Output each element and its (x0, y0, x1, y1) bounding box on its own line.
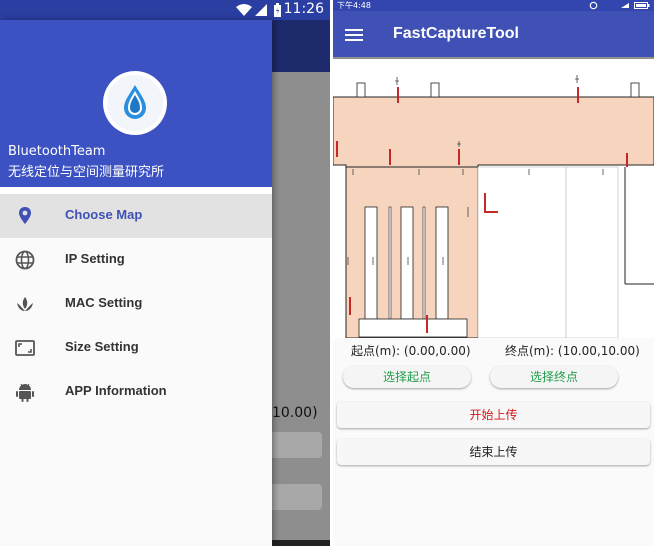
battery-icon (274, 3, 281, 17)
status-time: 11:26 (283, 1, 324, 17)
menu-item-label: Choose Map (65, 207, 143, 222)
right-screen: 下午4:48 FastCaptureTool 起点(m): (0.00,0.00… (333, 0, 654, 546)
left-screen: 10.00) 11:26 BluetoothTeam 无线定位与空间测量研究所 … (0, 0, 330, 546)
android-icon (16, 383, 34, 402)
app-logo (103, 71, 167, 135)
start-upload-button[interactable]: 开始上传 (337, 402, 650, 428)
background-button (272, 432, 322, 458)
water-drop-icon (107, 75, 163, 131)
status-bar: 下午4:48 (333, 0, 654, 11)
spa-icon (17, 297, 33, 311)
menu-item-choose-map[interactable]: Choose Map (0, 194, 272, 238)
end-upload-button[interactable]: 结束上传 (337, 439, 650, 465)
start-point-label: 起点(m): (0.00,0.00) (351, 344, 471, 358)
location-pin-icon (19, 207, 31, 224)
aspect-ratio-icon (15, 340, 35, 356)
signal-icon (621, 3, 629, 8)
hamburger-menu-icon[interactable] (345, 28, 363, 42)
wifi-icon (236, 4, 252, 16)
background-partial-text: 10.00) (272, 405, 318, 421)
navigation-drawer: BluetoothTeam 无线定位与空间测量研究所 Choose Map IP… (0, 20, 272, 546)
background-button (272, 484, 322, 510)
menu-item-label: APP Information (65, 383, 167, 398)
drawer-header: BluetoothTeam 无线定位与空间测量研究所 (0, 20, 272, 187)
menu-item-label: MAC Setting (65, 295, 143, 310)
status-bar: 11:26 (0, 0, 330, 20)
select-end-point-button[interactable]: 选择终点 (490, 366, 618, 388)
status-time: 下午4:48 (337, 1, 371, 10)
drawer-separator (0, 187, 272, 194)
end-point-label: 终点(m): (10.00,10.00) (505, 344, 640, 358)
sync-icon (589, 1, 598, 10)
app-title: FastCaptureTool (393, 25, 519, 42)
menu-item-label: Size Setting (65, 339, 139, 354)
floor-map[interactable] (333, 57, 654, 338)
menu-item-mac-setting[interactable]: MAC Setting (0, 282, 272, 326)
team-description: 无线定位与空间测量研究所 (8, 165, 165, 180)
menu-item-size-setting[interactable]: Size Setting (0, 326, 272, 370)
menu-item-app-information[interactable]: APP Information (0, 370, 272, 414)
select-start-point-button[interactable]: 选择起点 (343, 366, 471, 388)
team-name: BluetoothTeam (8, 144, 106, 159)
menu-item-ip-setting[interactable]: IP Setting (0, 238, 272, 282)
app-bar: FastCaptureTool (333, 11, 654, 57)
menu-item-label: IP Setting (65, 251, 125, 266)
signal-icon (255, 4, 267, 16)
globe-icon (15, 250, 35, 270)
battery-icon (634, 2, 650, 9)
